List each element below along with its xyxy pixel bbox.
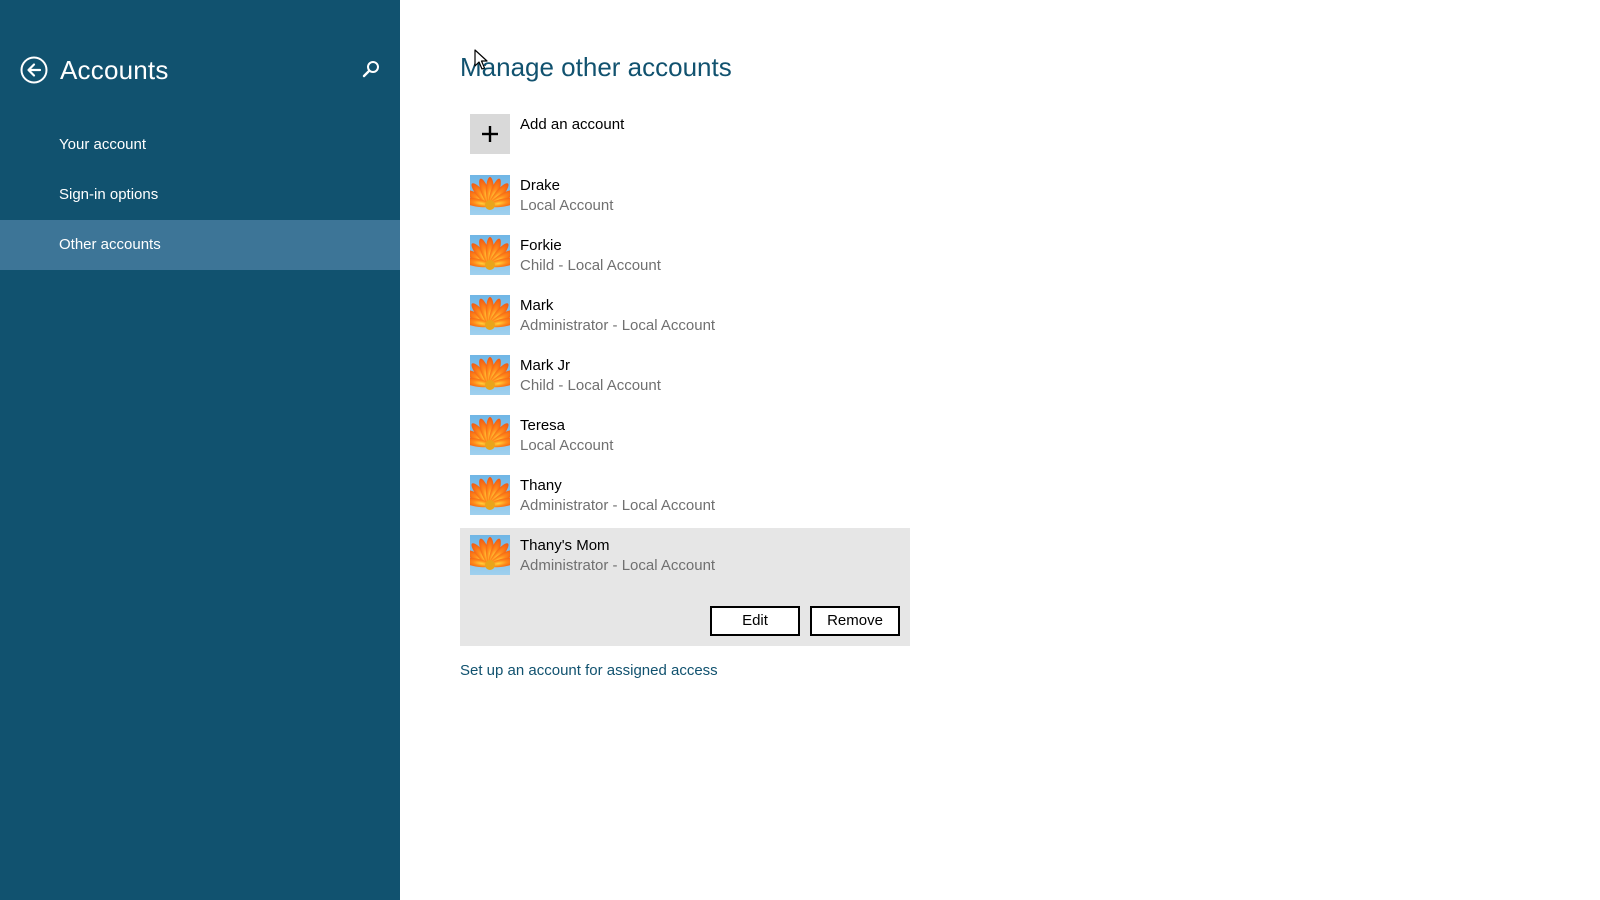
plus-icon <box>482 126 498 142</box>
account-name: Forkie <box>520 237 562 254</box>
assigned-access-link[interactable]: Set up an account for assigned access <box>460 662 718 679</box>
account-type: Administrator - Local Account <box>520 497 716 514</box>
edit-button[interactable]: Edit <box>710 606 800 636</box>
avatar <box>470 415 510 455</box>
add-account-button[interactable]: Add an account <box>460 108 910 168</box>
back-arrow-icon[interactable] <box>20 56 48 84</box>
avatar <box>470 295 510 335</box>
account-row-thany[interactable]: Thany Administrator - Local Account <box>460 468 910 528</box>
avatar <box>470 355 510 395</box>
account-type: Child - Local Account <box>520 377 661 394</box>
add-account-tile <box>470 114 510 154</box>
sidebar-title: Accounts <box>60 54 169 85</box>
search-icon[interactable] <box>362 60 380 78</box>
sidebar-nav: Your account Sign-in options Other accou… <box>0 120 400 270</box>
main-content: Manage other accounts Add an account Dra… <box>400 0 1600 900</box>
account-name: Teresa <box>520 417 566 434</box>
sidebar-item-sign-in-options[interactable]: Sign-in options <box>0 170 400 220</box>
avatar <box>470 175 510 215</box>
account-type: Local Account <box>520 437 614 454</box>
account-name: Thany <box>520 477 562 494</box>
account-row-drake[interactable]: Drake Local Account <box>460 168 910 228</box>
account-type: Child - Local Account <box>520 257 661 274</box>
sidebar-item-other-accounts[interactable]: Other accounts <box>0 220 400 270</box>
account-row-forkie[interactable]: Forkie Child - Local Account <box>460 228 910 288</box>
add-account-label: Add an account <box>520 116 625 133</box>
sidebar-item-label: Sign-in options <box>59 186 159 203</box>
account-name: Mark <box>520 297 554 314</box>
remove-button[interactable]: Remove <box>810 606 900 636</box>
page-title: Manage other accounts <box>460 52 732 82</box>
account-row-teresa[interactable]: Teresa Local Account <box>460 408 910 468</box>
account-list: Add an account Drake Local Account Forki… <box>460 108 910 646</box>
account-row-mark-jr[interactable]: Mark Jr Child - Local Account <box>460 348 910 408</box>
avatar <box>470 475 510 515</box>
sidebar-item-label: Your account <box>59 136 147 153</box>
account-type: Administrator - Local Account <box>520 317 716 334</box>
sidebar: Accounts Your account Sign-in options Ot… <box>0 0 400 900</box>
account-name: Thany's Mom <box>520 537 610 554</box>
sidebar-header: Accounts <box>20 54 169 86</box>
avatar <box>470 535 510 575</box>
avatar <box>470 235 510 275</box>
account-type: Administrator - Local Account <box>520 557 716 574</box>
sidebar-item-your-account[interactable]: Your account <box>0 120 400 170</box>
account-row-mark[interactable]: Mark Administrator - Local Account <box>460 288 910 348</box>
account-name: Drake <box>520 177 561 194</box>
account-name: Mark Jr <box>520 357 570 374</box>
selected-account-panel: Thany's Mom Administrator - Local Accoun… <box>460 528 910 646</box>
account-row-thanys-mom[interactable]: Thany's Mom Administrator - Local Accoun… <box>460 528 910 588</box>
account-type: Local Account <box>520 197 614 214</box>
sidebar-item-label: Other accounts <box>59 236 161 253</box>
